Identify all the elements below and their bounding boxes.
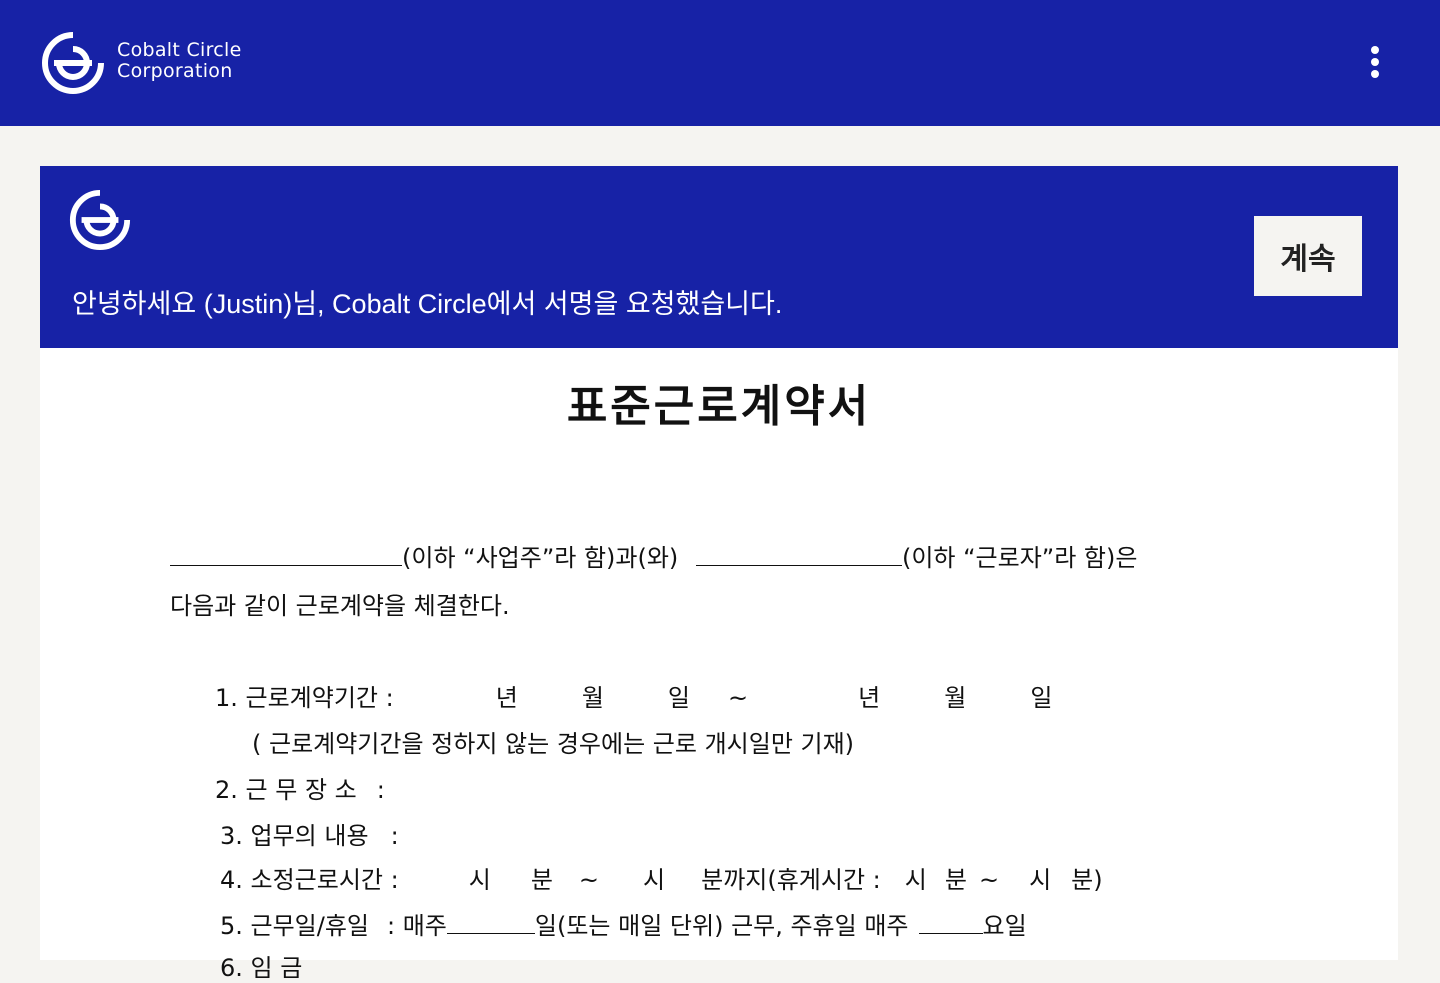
employer-suffix: (이하 “사업주”라 함)과(와) [402, 544, 679, 572]
workdays-blank[interactable] [446, 913, 535, 934]
contract-document: 표준근로계약서 (이하 “사업주”라 함)과(와) (이하 “근로자”라 함)은… [40, 348, 1398, 982]
item-4-working-hours: 4. 소정근로시간 : 시 분 ~ 시 분까지(휴게시간 : 시 분 ~ 시 분) [220, 860, 1103, 895]
menu-dot [1371, 70, 1379, 78]
top-bar: Cobalt Circle Corporation [0, 0, 1440, 126]
weekly-holiday-blank[interactable] [918, 913, 983, 934]
start-year: 년 [495, 684, 518, 712]
item-5-middle: 일(또는 매일 단위) 근무, 주휴일 매주 [534, 912, 909, 940]
item-5-workdays-holidays: 5. 근무일/휴일 : 매주 일(또는 매일 단위) 근무, 주휴일 매주 요일 [220, 906, 1027, 941]
menu-dot [1371, 46, 1379, 54]
end-year: 년 [858, 684, 881, 712]
continue-button[interactable]: 계속 [1254, 216, 1362, 296]
break-start-minute: 분 [944, 866, 967, 894]
worker-name-blank[interactable] [695, 545, 902, 566]
item-2-colon: : [376, 776, 385, 804]
brand-name: Cobalt Circle Corporation [117, 40, 242, 82]
intro-line-2: 다음과 같이 근로계약을 체결한다. [170, 592, 510, 620]
item-1-contract-period: 1. 근로계약기간 : 년 월 일 ~ 년 월 일 [215, 678, 1052, 713]
until-break-label: 분까지(휴게시간 : [701, 866, 881, 894]
end-day: 일 [1030, 684, 1053, 712]
item-1-label: 1. 근로계약기간 : [215, 684, 394, 712]
signature-request-message: 안녕하세요 (Justin)님, Cobalt Circle에서 서명을 요청했… [72, 289, 783, 319]
brand-line-1: Cobalt Circle [117, 39, 242, 61]
cobalt-circle-logo-icon[interactable] [40, 30, 106, 96]
item-3-colon: : [390, 822, 399, 850]
item-2-label: 2. 근 무 장 소 [215, 776, 357, 804]
document-title: 표준근로계약서 [566, 381, 872, 432]
brand-line-2: Corporation [117, 60, 233, 82]
item-5-weekly: : 매주 [387, 912, 447, 940]
item-2-workplace: 2. 근 무 장 소: [215, 770, 385, 805]
end-month: 월 [944, 684, 967, 712]
start-day: 일 [667, 684, 691, 712]
start-month: 월 [581, 684, 604, 712]
menu-dot [1371, 58, 1379, 66]
break-end-minute: 분) [1071, 866, 1103, 894]
break-start-hour: 시 [904, 866, 927, 894]
signature-request-banner: 안녕하세요 (Justin)님, Cobalt Circle에서 서명을 요청했… [40, 166, 1398, 348]
item-5-end: 요일 [982, 912, 1027, 940]
worker-suffix: (이하 “근로자”라 함)은 [901, 544, 1138, 572]
cobalt-circle-logo-icon [69, 189, 131, 251]
item-3-label: 3. 업무의 내용 [220, 822, 369, 850]
item-6-wages: 6. 임 금 [220, 954, 303, 982]
employer-name-blank[interactable] [170, 545, 402, 566]
item-4-label: 4. 소정근로시간 : [220, 866, 399, 894]
intro-line-1: (이하 “사업주”라 함)과(와) (이하 “근로자”라 함)은 [170, 538, 1137, 573]
item-3-job-description: 3. 업무의 내용: [220, 816, 399, 851]
break-tilde: ~ [978, 866, 1000, 894]
item-1-note: ( 근로계약기간을 정하지 않는 경우에는 근로 개시일만 기재) [252, 730, 855, 758]
start-hour: 시 [468, 866, 491, 894]
end-hour: 시 [643, 866, 666, 894]
kebab-menu-icon[interactable] [1360, 40, 1390, 84]
break-end-hour: 시 [1029, 866, 1052, 894]
period-tilde: ~ [728, 684, 749, 712]
hours-tilde: ~ [578, 866, 600, 894]
item-5-label: 5. 근무일/휴일 [220, 912, 370, 940]
start-minute: 분 [530, 866, 553, 894]
